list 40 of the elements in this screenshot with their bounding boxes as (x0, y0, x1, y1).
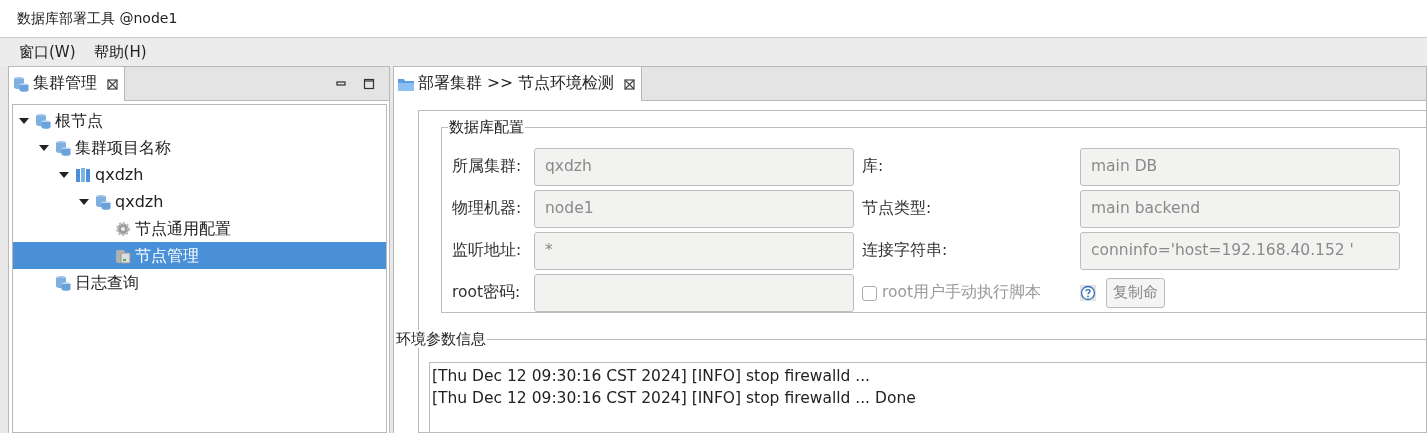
password-field[interactable] (534, 274, 854, 312)
menu-item[interactable]: 窗口(W) (17, 40, 78, 64)
gear-icon (115, 220, 131, 237)
database-icon (55, 139, 71, 156)
database-icon (35, 112, 51, 129)
maximize-icon (363, 77, 375, 90)
log-line: [Thu Dec 12 09:30:16 CST 2024] [INFO] stop firewalld ... Done (432, 388, 917, 409)
field-label: root密码: (452, 282, 522, 304)
menu-item[interactable]: 帮助(H) (91, 40, 149, 64)
tree-item[interactable]: 集群项目名称 (13, 134, 386, 161)
database-icon (13, 76, 29, 92)
folder-icon (398, 77, 414, 91)
expanded-arrow-icon (39, 144, 49, 151)
window-title: 数据库部署工具 @node1 (0, 0, 1427, 38)
tree-item[interactable]: qxdzh (13, 161, 386, 188)
field-label: 节点类型: (861, 198, 933, 220)
tree-item[interactable]: 节点通用配置 (13, 215, 386, 242)
field-label: 连接字符串: (861, 240, 949, 262)
close-icon (107, 78, 118, 90)
help-icon[interactable] (1080, 285, 1096, 301)
field-label: 监听地址: (452, 240, 523, 262)
field-label: 所属集群: (452, 156, 523, 178)
tree-item[interactable]: 日志查询 (13, 269, 386, 296)
database-icon (55, 274, 71, 291)
expanded-arrow-icon (59, 171, 69, 178)
server-rack-icon (75, 166, 91, 183)
field-label: 库: (861, 156, 885, 178)
section-title: 环境参数信息 (395, 330, 487, 348)
tree-item[interactable]: 根节点 (13, 107, 386, 134)
close-icon (623, 78, 635, 90)
tree-item[interactable]: qxdzh (13, 188, 386, 215)
editor-tab[interactable]: 部署集群 >> 节点环境检测 (394, 67, 642, 101)
database-icon (95, 193, 111, 210)
log-line: [Thu Dec 12 09:30:16 CST 2024] [INFO] stop firewalld ... (432, 366, 872, 387)
expanded-arrow-icon (79, 198, 89, 205)
field-label: 物理机器: (452, 198, 523, 220)
section-title: 数据库配置 (448, 118, 525, 136)
panel-tab[interactable]: 集群管理 (9, 67, 125, 101)
expanded-arrow-icon (19, 117, 29, 124)
server-icon (115, 247, 131, 264)
